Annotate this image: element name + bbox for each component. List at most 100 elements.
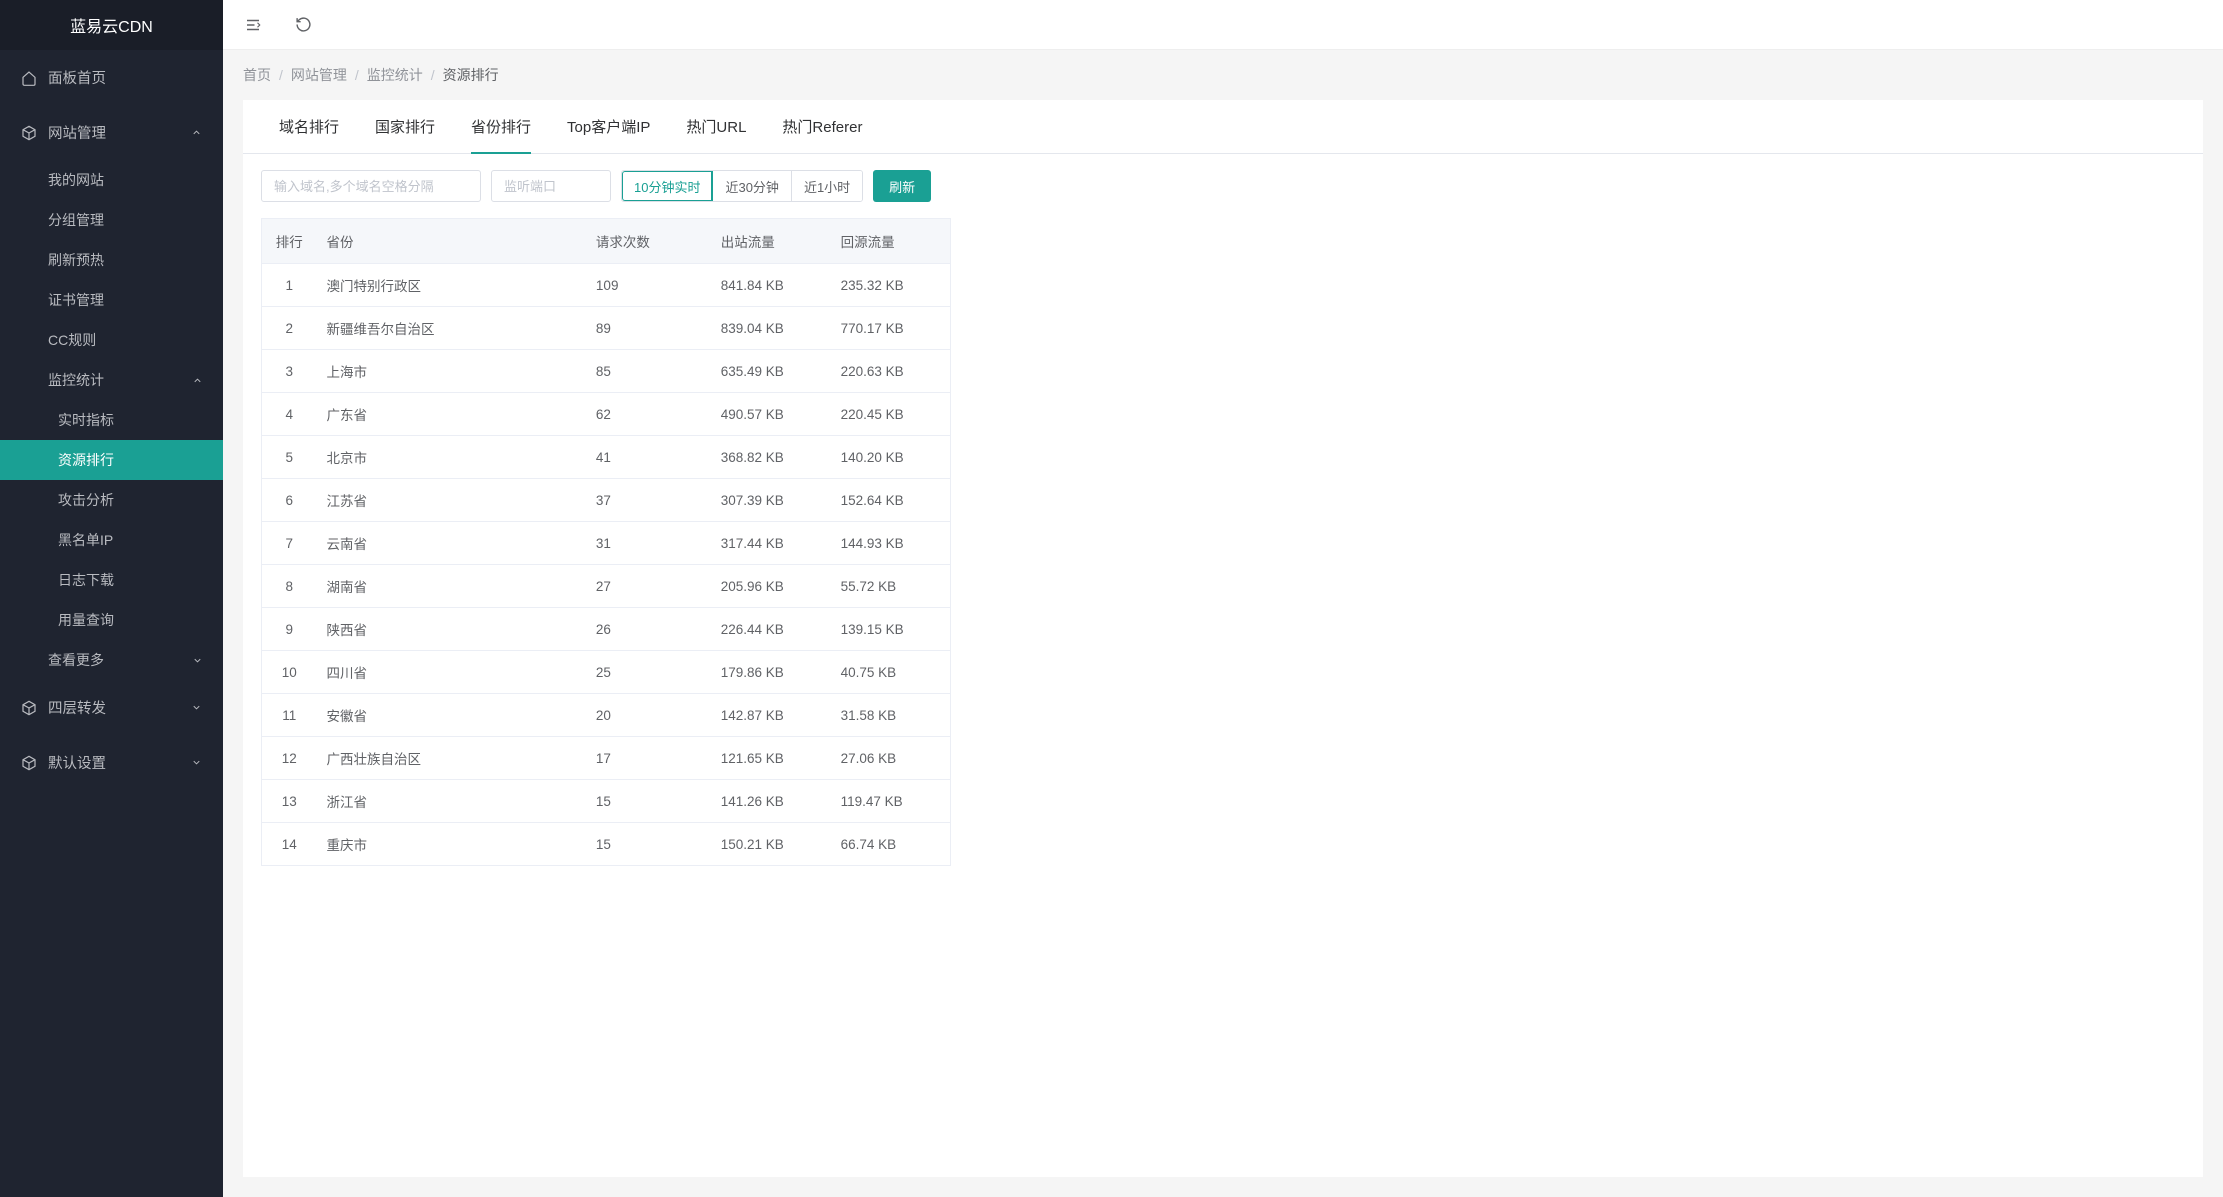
table-cell: 119.47 KB bbox=[831, 780, 951, 823]
tab-Top客户端IP[interactable]: Top客户端IP bbox=[549, 100, 668, 153]
main: 首页/网站管理/监控统计/资源排行 域名排行国家排行省份排行Top客户端IP热门… bbox=[223, 0, 2223, 1197]
table-body: 1澳门特别行政区109841.84 KB235.32 KB2新疆维吾尔自治区89… bbox=[262, 264, 951, 866]
table-cell: 湖南省 bbox=[316, 565, 585, 608]
table-cell: 635.49 KB bbox=[711, 350, 831, 393]
sidebar-subitem-label: 监控统计 bbox=[48, 370, 192, 390]
table-cell: 839.04 KB bbox=[711, 307, 831, 350]
table-header-排行: 排行 bbox=[262, 219, 317, 264]
domain-input[interactable] bbox=[261, 170, 481, 202]
sidebar-subsubitem-攻击分析[interactable]: 攻击分析 bbox=[0, 480, 223, 520]
box-icon bbox=[20, 699, 38, 717]
tab-省份排行[interactable]: 省份排行 bbox=[453, 100, 549, 153]
sidebar-subsubitem-实时指标[interactable]: 实时指标 bbox=[0, 400, 223, 440]
time-segment-近1小时[interactable]: 近1小时 bbox=[792, 171, 862, 201]
table-cell: 89 bbox=[586, 307, 711, 350]
logo: 蓝易云CDN bbox=[0, 0, 223, 50]
chevron-up-icon bbox=[192, 375, 203, 386]
table-cell: 31.58 KB bbox=[831, 694, 951, 737]
table-cell: 841.84 KB bbox=[711, 264, 831, 307]
table-cell: 179.86 KB bbox=[711, 651, 831, 694]
sidebar-item-网站管理[interactable]: 网站管理 bbox=[0, 105, 223, 160]
menu: 面板首页网站管理我的网站分组管理刷新预热证书管理 CC规则监控统计实时指标资源排行… bbox=[0, 50, 223, 790]
table-row: 8湖南省27205.96 KB55.72 KB bbox=[262, 565, 951, 608]
sidebar-item-label: 网站管理 bbox=[48, 122, 191, 143]
table-cell: 109 bbox=[586, 264, 711, 307]
table-cell: 2 bbox=[262, 307, 317, 350]
sidebar-item-默认设置[interactable]: 默认设置 bbox=[0, 735, 223, 790]
table-row: 7云南省31317.44 KB144.93 KB bbox=[262, 522, 951, 565]
sidebar-subitem-label: CC规则 bbox=[48, 330, 223, 350]
box-icon bbox=[20, 124, 38, 142]
sidebar-item-面板首页[interactable]: 面板首页 bbox=[0, 50, 223, 105]
sidebar-subitem-刷新预热[interactable]: 刷新预热 bbox=[0, 240, 223, 280]
sidebar-subitem-证书管理[interactable]: 证书管理 bbox=[0, 280, 223, 320]
table-cell: 490.57 KB bbox=[711, 393, 831, 436]
time-segment-近30分钟[interactable]: 近30分钟 bbox=[713, 171, 791, 201]
time-segment-10分钟实时[interactable]: 10分钟实时 bbox=[622, 171, 713, 201]
table-cell: 150.21 KB bbox=[711, 823, 831, 866]
table-cell: 85 bbox=[586, 350, 711, 393]
sidebar-subsubitem-用量查询[interactable]: 用量查询 bbox=[0, 600, 223, 640]
table-cell: 20 bbox=[586, 694, 711, 737]
table-cell: 10 bbox=[262, 651, 317, 694]
table-cell: 27.06 KB bbox=[831, 737, 951, 780]
table-cell: 37 bbox=[586, 479, 711, 522]
table-row: 3上海市85635.49 KB220.63 KB bbox=[262, 350, 951, 393]
sidebar-subitem-CC规则[interactable]: CC规则 bbox=[0, 320, 223, 360]
refresh-icon[interactable] bbox=[293, 15, 313, 35]
refresh-button[interactable]: 刷新 bbox=[873, 170, 931, 202]
table-cell: 121.65 KB bbox=[711, 737, 831, 780]
sidebar-subitem-我的网站[interactable]: 我的网站 bbox=[0, 160, 223, 200]
table-cell: 广东省 bbox=[316, 393, 585, 436]
table-cell: 226.44 KB bbox=[711, 608, 831, 651]
table-cell: 6 bbox=[262, 479, 317, 522]
table-cell: 11 bbox=[262, 694, 317, 737]
table-row: 4广东省62490.57 KB220.45 KB bbox=[262, 393, 951, 436]
chevron-up-icon bbox=[191, 127, 203, 139]
table-cell: 广西壮族自治区 bbox=[316, 737, 585, 780]
breadcrumb-item[interactable]: 网站管理 bbox=[291, 67, 347, 83]
table-cell: 368.82 KB bbox=[711, 436, 831, 479]
chevron-down-icon bbox=[191, 757, 203, 769]
tab-域名排行[interactable]: 域名排行 bbox=[261, 100, 357, 153]
table-cell: 7 bbox=[262, 522, 317, 565]
table-row: 1澳门特别行政区109841.84 KB235.32 KB bbox=[262, 264, 951, 307]
sidebar-subsubitem-黑名单IP[interactable]: 黑名单IP bbox=[0, 520, 223, 560]
table-row: 13浙江省15141.26 KB119.47 KB bbox=[262, 780, 951, 823]
port-input[interactable] bbox=[491, 170, 611, 202]
chevron-down-icon bbox=[192, 655, 203, 666]
table-cell: 4 bbox=[262, 393, 317, 436]
sidebar-item-四层转发[interactable]: 四层转发 bbox=[0, 680, 223, 735]
menu-toggle-icon[interactable] bbox=[243, 15, 263, 35]
table-cell: 浙江省 bbox=[316, 780, 585, 823]
table-cell: 澳门特别行政区 bbox=[316, 264, 585, 307]
sidebar-subitem-label: 刷新预热 bbox=[48, 250, 223, 270]
sidebar-subitem-查看更多[interactable]: 查看更多 bbox=[0, 640, 223, 680]
table-cell: 141.26 KB bbox=[711, 780, 831, 823]
table-cell: 9 bbox=[262, 608, 317, 651]
table-cell: 重庆市 bbox=[316, 823, 585, 866]
table-cell: 新疆维吾尔自治区 bbox=[316, 307, 585, 350]
table-cell: 17 bbox=[586, 737, 711, 780]
table-cell: 26 bbox=[586, 608, 711, 651]
tab-国家排行[interactable]: 国家排行 bbox=[357, 100, 453, 153]
sidebar-subitem-监控统计[interactable]: 监控统计 bbox=[0, 360, 223, 400]
table-header-省份: 省份 bbox=[316, 219, 585, 264]
sidebar-subitem-分组管理[interactable]: 分组管理 bbox=[0, 200, 223, 240]
table-cell: 66.74 KB bbox=[831, 823, 951, 866]
breadcrumb-separator: / bbox=[355, 67, 359, 83]
sidebar-subitem-label: 我的网站 bbox=[48, 170, 223, 190]
sidebar-subsubitem-日志下载[interactable]: 日志下载 bbox=[0, 560, 223, 600]
sidebar-subsubitem-资源排行[interactable]: 资源排行 bbox=[0, 440, 223, 480]
breadcrumb-item[interactable]: 监控统计 bbox=[367, 67, 423, 83]
time-range-group: 10分钟实时近30分钟近1小时 bbox=[621, 170, 863, 202]
tab-热门URL[interactable]: 热门URL bbox=[668, 100, 764, 153]
table-header-出站流量: 出站流量 bbox=[711, 219, 831, 264]
tab-热门Referer[interactable]: 热门Referer bbox=[764, 100, 880, 153]
table-cell: 云南省 bbox=[316, 522, 585, 565]
table-cell: 62 bbox=[586, 393, 711, 436]
table-cell: 144.93 KB bbox=[831, 522, 951, 565]
sidebar-subitem-label: 查看更多 bbox=[48, 650, 192, 670]
breadcrumb-item[interactable]: 首页 bbox=[243, 67, 271, 83]
sidebar-subitem-label: 证书管理 bbox=[48, 290, 223, 310]
